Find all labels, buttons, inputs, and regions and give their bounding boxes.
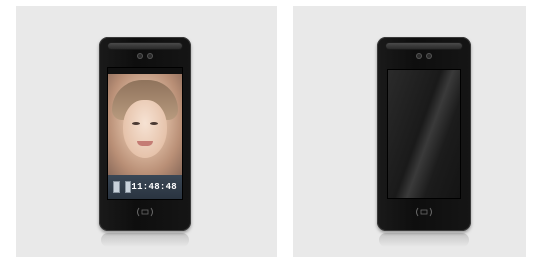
camera-icon [148,54,152,58]
settings-icon[interactable] [124,181,132,193]
eye [132,122,140,125]
product-panel-right [293,6,526,257]
top-light-bar [386,43,462,49]
face-recognition-terminal-on: 11:48:48 [99,37,191,231]
nfc-reader-icon [414,207,434,221]
display-screen-off [387,69,461,199]
camera-icon [138,54,142,58]
face-recognition-terminal-off [377,37,471,231]
camera-array [138,54,152,58]
top-light-bar [108,43,182,49]
nfc-reader-icon [135,207,155,221]
display-screen: 11:48:48 [107,67,183,200]
face-image [108,74,182,175]
camera-icon [417,54,421,58]
camera-icon [427,54,431,58]
device-reflection [379,233,469,247]
face-portrait [123,100,167,158]
camera-array [417,54,431,58]
app-icon[interactable] [113,181,120,193]
device-reflection [101,233,189,247]
eye [150,122,158,125]
screen-bottom-bar: 11:48:48 [108,175,182,199]
mouth [137,141,153,146]
clock-time: 11:48:48 [131,182,177,192]
product-panel-left: 11:48:48 [16,6,277,257]
